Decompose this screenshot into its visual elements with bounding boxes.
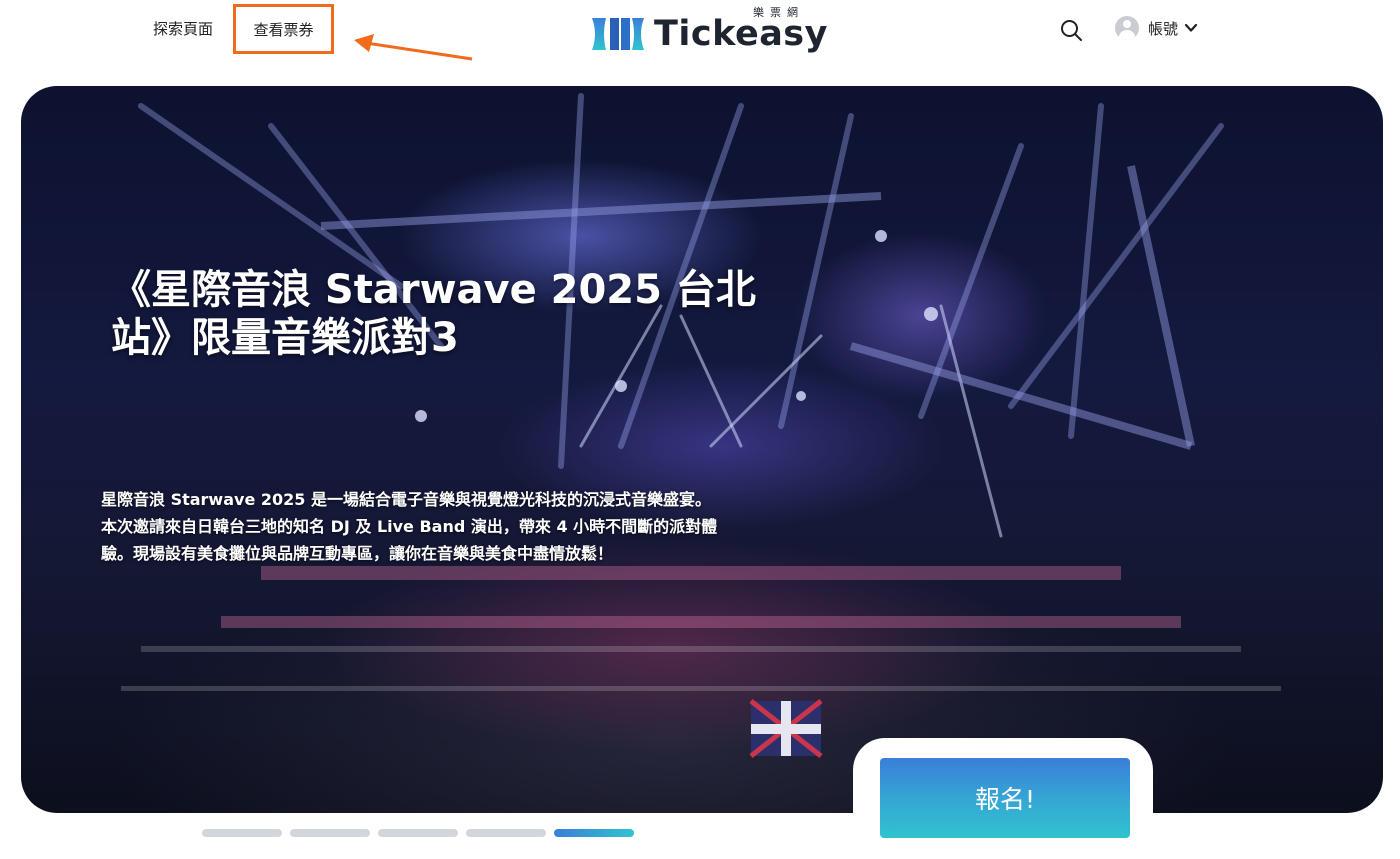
register-button-label: 報名! — [974, 785, 1036, 814]
carousel-dot-4[interactable] — [466, 829, 546, 837]
register-button[interactable]: 報名! — [880, 758, 1130, 838]
event-description-line-3: 驗。現場設有美食攤位與品牌互動專區，讓你在音樂與美食中盡情放鬆！ — [101, 544, 614, 563]
logo-mark-icon — [592, 18, 644, 50]
nav-tickets-link[interactable]: 查看票券 — [233, 4, 334, 54]
arrow-left-icon — [354, 34, 473, 61]
concert-stage-image — [121, 93, 1281, 758]
top-header: 探索頁面 查看票券 Tickeasy 樂票網 帳號 — [0, 0, 1400, 70]
carousel-dot-5[interactable] — [554, 829, 634, 837]
account-menu[interactable]: 帳號 — [1115, 16, 1198, 40]
search-icon[interactable] — [1059, 18, 1083, 42]
tickeasy-logo[interactable]: Tickeasy 樂票網 — [590, 6, 827, 56]
carousel-dot-1[interactable] — [202, 829, 282, 837]
event-title-line-1: 《星際音浪 Starwave 2025 台北 — [111, 267, 756, 313]
user-avatar-icon — [1115, 16, 1139, 40]
logo-subtitle: 樂票網 — [753, 6, 804, 19]
carousel-dot-2[interactable] — [290, 829, 370, 837]
event-title: 《星際音浪 Starwave 2025 台北 站》限量音樂派對3 — [111, 266, 851, 362]
chevron-down-icon — [1184, 23, 1198, 32]
event-description-line-2: 本次邀請來自日韓台三地的知名 DJ 及 Live Band 演出，帶來 4 小時… — [101, 517, 718, 536]
nav-tickets-label: 查看票券 — [253, 20, 314, 39]
hero-banner: 《星際音浪 Starwave 2025 台北 站》限量音樂派對3 星際音浪 St… — [21, 86, 1383, 813]
event-title-line-2: 站》限量音樂派對3 — [111, 315, 459, 361]
event-description-line-1: 星際音浪 Starwave 2025 是一場結合電子音樂與視覺燈光科技的沉浸式音… — [101, 490, 711, 509]
carousel-indicators — [202, 829, 642, 837]
event-description: 星際音浪 Starwave 2025 是一場結合電子音樂與視覺燈光科技的沉浸式音… — [101, 486, 861, 567]
logo-wordmark: Tickeasy — [654, 14, 828, 54]
carousel-dot-3[interactable] — [378, 829, 458, 837]
nav-explore-link[interactable]: 探索頁面 — [153, 18, 213, 39]
account-label: 帳號 — [1148, 19, 1179, 38]
